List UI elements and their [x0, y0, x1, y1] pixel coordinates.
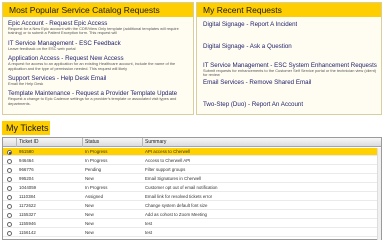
ticket-id-cell: 1155327	[19, 212, 36, 217]
status-cell: Assigned	[85, 194, 104, 199]
popular-requests-panel: Most Popular Service Catalog Requests Ep…	[2, 2, 194, 115]
service-description: Leave feedback on the ESC web portal	[8, 45, 76, 51]
service-item-application-access[interactable]: Application Access - Request New Access …	[8, 55, 188, 71]
table-row[interactable]: 1156142 New test	[3, 229, 381, 237]
table-row[interactable]: 951580 In Progress API access to Cherwell	[3, 148, 381, 156]
recent-requests-panel: My Recent Requests Digital Signage - Rep…	[196, 2, 382, 115]
summary-cell: Customer opt out of email notification	[145, 185, 218, 190]
service-item-epic-access[interactable]: Epic Account - Request Epic Access Reque…	[8, 20, 188, 36]
summary-cell: Email Signatures in Cherwell	[145, 176, 202, 181]
radio-icon[interactable]	[7, 185, 12, 191]
service-item-template-maintenance[interactable]: Template Maintenance - Request a Provide…	[8, 90, 188, 106]
ticket-id-cell: 1156142	[19, 230, 36, 235]
status-cell: New	[85, 176, 94, 181]
ticket-id-cell: 1155946	[19, 221, 36, 226]
service-description: Submit requests for enhancements to the …	[203, 68, 376, 78]
status-cell: New	[85, 230, 94, 235]
status-cell: Pending	[85, 167, 102, 172]
radio-icon[interactable]	[7, 212, 12, 218]
table-row[interactable]: 1172622 New Change system default font siz…	[3, 202, 381, 210]
ticket-id-cell: 966776	[19, 167, 34, 172]
column-header-status[interactable]: Status	[83, 138, 143, 147]
summary-cell: test	[145, 230, 153, 235]
status-cell: New	[85, 203, 94, 208]
status-cell: New	[85, 212, 94, 217]
table-row[interactable]: 946464 In Progress Access to Cherwell API	[3, 157, 381, 165]
grid-header: Ticket ID Status Summary	[3, 138, 381, 147]
table-row[interactable]: 1155946 New test	[3, 220, 381, 228]
recent-item-remove-shared-email[interactable]: Email Services - Remove Shared Email	[203, 79, 311, 86]
service-description: A request for access to an application f…	[8, 61, 176, 71]
radio-icon[interactable]	[7, 221, 12, 227]
column-header-ticket-id[interactable]: Ticket ID	[17, 138, 83, 147]
table-row[interactable]: 995204 New Email Signatures in Cherwell	[3, 175, 381, 183]
ticket-id-cell: 1044059	[19, 185, 37, 190]
ticket-id-cell: 1172622	[19, 203, 36, 208]
status-cell: In Progress	[85, 185, 108, 190]
recent-item-duo-report[interactable]: Two-Step (Duo) - Report An Account	[203, 101, 303, 108]
service-description: Email the Help Desk	[8, 81, 44, 87]
status-cell: In Progress	[85, 149, 108, 154]
recent-item-esc-enhancement[interactable]: IT Service Management - ESC System Enhan…	[203, 62, 377, 78]
summary-cell: Access to Cherwell API	[145, 158, 191, 163]
radio-icon[interactable]	[7, 194, 12, 200]
radio-icon[interactable]	[7, 149, 12, 155]
radio-icon[interactable]	[7, 230, 12, 236]
recent-item-digital-signage-incident[interactable]: Digital Signage - Report A Incident	[203, 21, 297, 28]
table-row[interactable]: 1155327 New Add as cohost to Zoom Meeting	[3, 211, 381, 219]
radio-icon[interactable]	[7, 158, 12, 164]
select-column-header	[3, 138, 17, 147]
popular-requests-title: Most Popular Service Catalog Requests	[3, 3, 193, 17]
summary-cell: test	[145, 221, 153, 226]
ticket-id-cell: 995204	[19, 176, 34, 181]
my-tickets-title: My Tickets	[2, 121, 50, 135]
summary-cell: Add as cohost to Zoom Meeting	[145, 212, 207, 217]
service-item-help-desk-email[interactable]: Support Services - Help Desk Email Email…	[8, 75, 188, 86]
table-row[interactable]: 966776 Pending Filter support groups	[3, 166, 381, 174]
summary-cell: API access to Cherwell	[145, 149, 191, 154]
grid-scrollbar[interactable]	[377, 148, 381, 240]
radio-icon[interactable]	[7, 167, 12, 173]
radio-icon[interactable]	[7, 203, 12, 209]
summary-cell: Filter support groups	[145, 167, 186, 172]
table-row[interactable]: 1044059 In Progress Customer opt out of em…	[3, 184, 381, 192]
radio-icon[interactable]	[7, 176, 12, 182]
recent-requests-title: My Recent Requests	[197, 3, 381, 17]
summary-cell: Change system default font size	[145, 203, 208, 208]
ticket-id-cell: 946464	[19, 158, 34, 163]
status-cell: New	[85, 221, 94, 226]
table-row[interactable]: 1110384 Assigned Email link for resolved t…	[3, 193, 381, 201]
service-item-esc-feedback[interactable]: IT Service Management - ESC Feedback Lea…	[8, 40, 188, 51]
column-header-summary[interactable]: Summary	[143, 138, 377, 147]
summary-cell: Email link for resolved tickets error	[145, 194, 213, 199]
ticket-id-cell: 951580	[19, 149, 34, 154]
tickets-grid: Ticket ID Status Summary 951580 In Progre…	[2, 137, 382, 240]
status-cell: In Progress	[85, 158, 108, 163]
service-description: Request a change to Epic Cadence setting…	[8, 96, 177, 106]
recent-item-digital-signage-question[interactable]: Digital Signage - Ask a Question	[203, 43, 292, 50]
ticket-id-cell: 1110384	[19, 194, 36, 199]
service-description: Request for a New Epic account with the …	[8, 26, 179, 36]
